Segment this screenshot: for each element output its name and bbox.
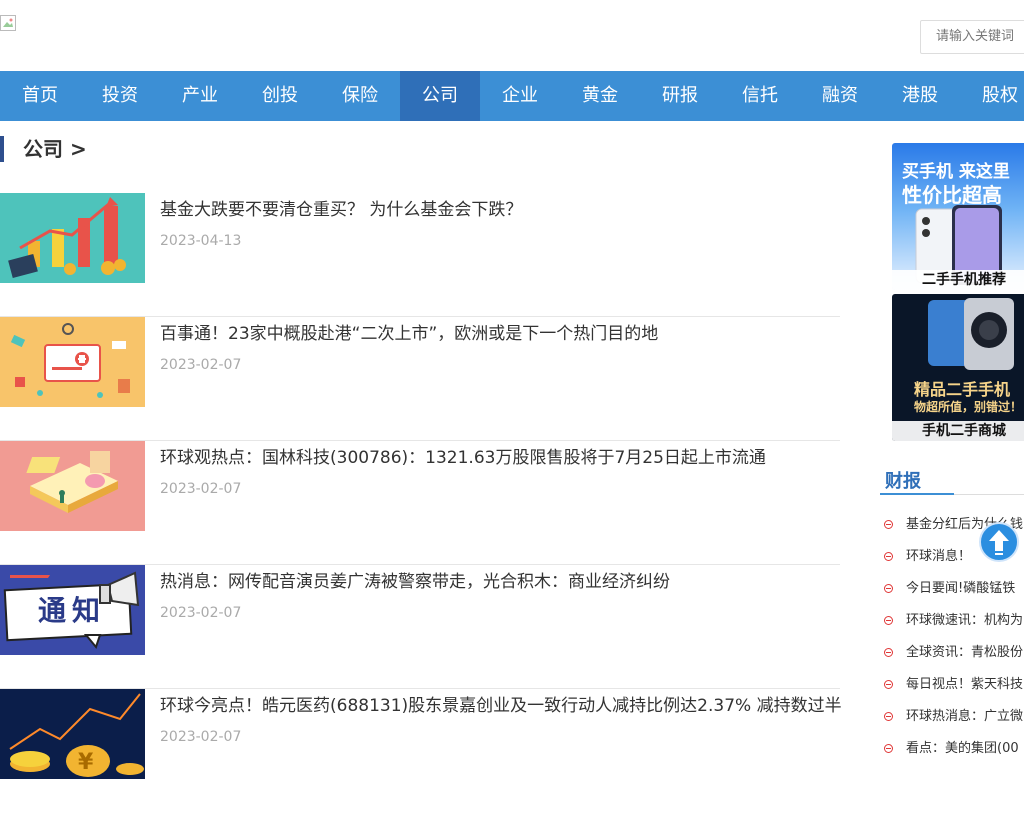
nav-item-industry[interactable]: 产业 [160, 71, 240, 121]
sidebar-news-title: 每日视点！紫天科技 [906, 677, 1024, 692]
nav-item-invest[interactable]: 投资 [80, 71, 160, 121]
article-date: 2023-02-07 [160, 357, 242, 373]
ad-banner-phone-recommend[interactable]: 买手机 来这里 性价比超高 二手手机推荐 [892, 143, 1024, 290]
sidebar-news-title: 今日要闻!磷酸锰铁 [906, 581, 1016, 596]
bullet-icon [884, 744, 893, 753]
article-date: 2023-02-07 [160, 481, 242, 497]
article-item: 百事通！23家中概股赴港“二次上市”，欧洲或是下一个热门目的地 2023-02-… [0, 317, 840, 441]
sidebar-news-title: 全球资讯：青松股份 [906, 645, 1024, 660]
nav-item-research[interactable]: 研报 [640, 71, 720, 121]
sidebar-news-item[interactable]: 今日要闻!磷酸锰铁 [884, 577, 1024, 597]
sidebar-title: 财报 [885, 471, 921, 492]
nav-item-enterprise[interactable]: 企业 [480, 71, 560, 121]
article-title[interactable]: 热消息：网传配音演员姜广涛被警察带走，光合积木：商业经济纠纷 [160, 567, 670, 592]
sidebar-news-item[interactable]: 环球微速讯：机构为 [884, 609, 1024, 629]
sidebar-news-item[interactable]: 看点：美的集团(00 [884, 737, 1024, 757]
sidebar-news-title: 环球微速讯：机构为 [906, 613, 1024, 628]
article-item: 通知 热消息：网传配音演员姜广涛被警察带走，光合积木：商业经济纠纷 2023-0… [0, 565, 840, 689]
sidebar-news-title: 环球热消息：广立微 [906, 709, 1024, 724]
nav-item-gold[interactable]: 黄金 [560, 71, 640, 121]
nav-item-home[interactable]: 首页 [0, 71, 80, 121]
article-thumbnail-finance[interactable] [0, 441, 145, 531]
bullet-icon [884, 616, 893, 625]
article-thumbnail-chart[interactable] [0, 193, 145, 283]
bullet-icon [884, 648, 893, 657]
bullet-icon [884, 712, 893, 721]
main-nav: 首页 投资 产业 创投 保险 公司 企业 黄金 研报 信托 融资 港股 股权 [0, 71, 1024, 121]
sidebar-news-item[interactable]: 每日视点！紫天科技 [884, 673, 1024, 693]
article-title[interactable]: 基金大跌要不要清仓重买？ 为什么基金会下跌？ [160, 195, 522, 220]
nav-item-hk-stocks[interactable]: 港股 [880, 71, 960, 121]
bullet-icon [884, 552, 893, 561]
bullet-icon [884, 680, 893, 689]
sidebar-news-title: 看点：美的集团(00 [906, 741, 1019, 756]
notice-text: 通知 [38, 594, 107, 627]
back-to-top-button[interactable] [979, 522, 1019, 562]
nav-item-trust[interactable]: 信托 [720, 71, 800, 121]
article-item: ¥ 环球今亮点！皓元医药(688131)股东景嘉创业及一致行动人减持比例达2.3… [0, 689, 842, 813]
article-date: 2023-02-07 [160, 605, 242, 621]
article-item: 环球观热点：国林科技(300786)：1321.63万股限售股将于7月25日起上… [0, 441, 840, 565]
nav-item-venture[interactable]: 创投 [240, 71, 320, 121]
sidebar-news-title: 环球消息！ [906, 549, 972, 564]
arrow-up-icon [989, 530, 1009, 555]
sidebar-news-item[interactable]: 环球热消息：广立微 [884, 705, 1024, 725]
article-item: 基金大跌要不要清仓重买？ 为什么基金会下跌？ 2023-04-13 [0, 193, 840, 317]
sidebar-news-item[interactable]: 全球资讯：青松股份 [884, 641, 1024, 661]
nav-item-company[interactable]: 公司 [400, 71, 480, 121]
sidebar-title-underline [880, 493, 954, 495]
bullet-icon [884, 520, 893, 529]
search-input[interactable] [920, 20, 1024, 54]
article-date: 2023-04-13 [160, 233, 242, 249]
nav-item-equity[interactable]: 股权 [960, 71, 1024, 121]
nav-item-insurance[interactable]: 保险 [320, 71, 400, 121]
section-title: 公司 > [23, 137, 87, 161]
ad-caption: 手机二手商城 [892, 421, 1024, 441]
ad-banner-line2: 性价比超高 [902, 183, 1002, 207]
article-title[interactable]: 环球观热点：国林科技(300786)：1321.63万股限售股将于7月25日起上… [160, 443, 766, 468]
broken-logo-image [0, 15, 16, 31]
bullet-icon [884, 584, 893, 593]
article-thumbnail-medical[interactable] [0, 317, 145, 407]
svg-text:¥: ¥ [78, 750, 94, 775]
ad-caption: 二手手机推荐 [892, 270, 1024, 290]
section-marker [0, 136, 4, 162]
article-date: 2023-02-07 [160, 729, 242, 745]
ad-banner-phone-mall[interactable]: 精品二手手机 物超所值，别错过！ 手机二手商城 [892, 294, 1024, 441]
article-title[interactable]: 百事通！23家中概股赴港“二次上市”，欧洲或是下一个热门目的地 [160, 319, 658, 344]
article-thumbnail-notice[interactable]: 通知 [0, 565, 145, 655]
article-thumbnail-yuan[interactable]: ¥ [0, 689, 145, 779]
nav-item-financing[interactable]: 融资 [800, 71, 880, 121]
phone-mall-ad-image [892, 294, 1024, 441]
article-title[interactable]: 环球今亮点！皓元医药(688131)股东景嘉创业及一致行动人减持比例达2.37%… [160, 691, 842, 716]
ad-banner-line1: 精品二手手机 [914, 380, 1011, 399]
ad-banner-line2: 物超所值，别错过！ [914, 400, 1023, 414]
